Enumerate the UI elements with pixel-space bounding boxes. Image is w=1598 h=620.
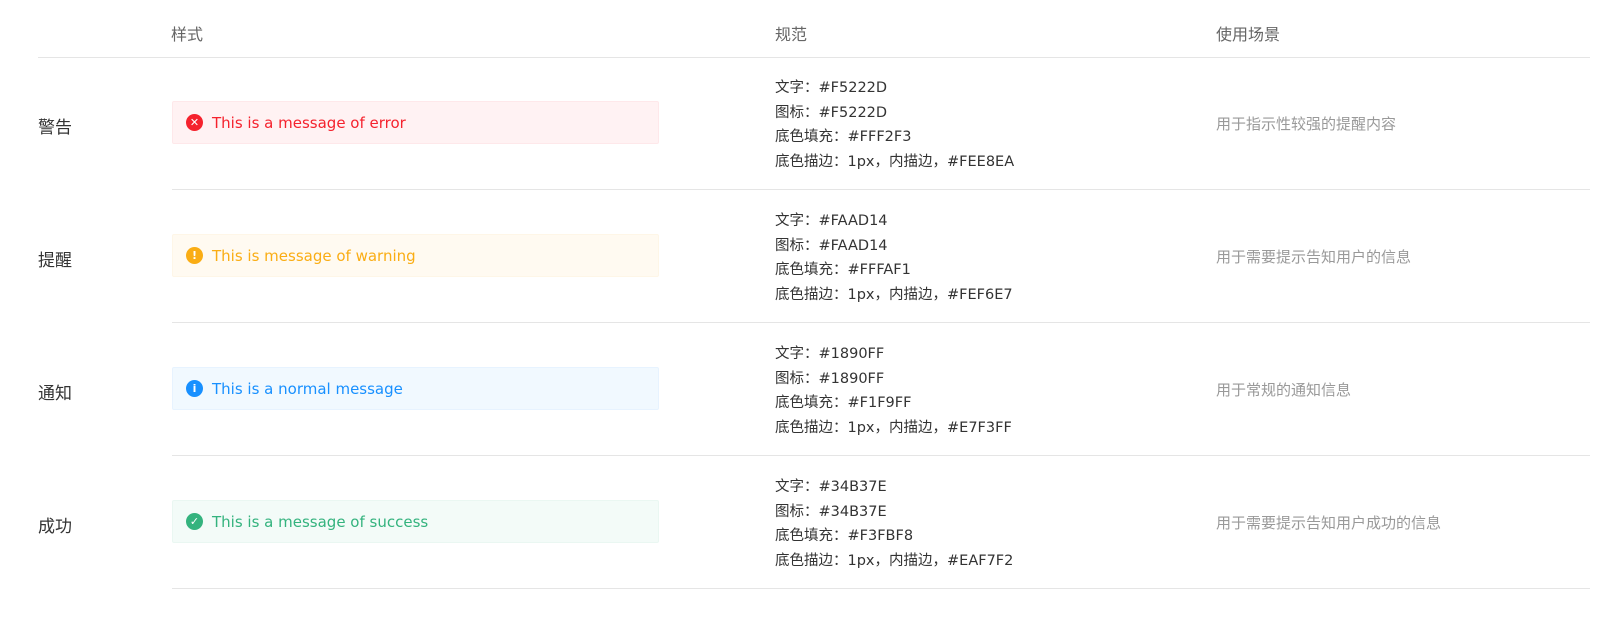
row-type-label: 提醒 — [38, 251, 72, 271]
spec-text-color: 文字：#FAAD14 — [775, 213, 888, 229]
spec-border: 底色描边：1px，内描边，#FEF6E7 — [775, 286, 1013, 303]
spec-block: 文字：#FAAD14 图标：#FAAD14 底色填充：#FFFAF1 底色描边：… — [775, 209, 1013, 307]
alert-message: This is a message of success — [212, 512, 429, 531]
row-type-label: 成功 — [38, 517, 72, 537]
info-circle-icon: i — [186, 380, 203, 397]
spec-fill-color: 底色填充：#FFFAF1 — [775, 262, 911, 278]
alert-sample: ✓ This is a message of success — [172, 500, 659, 543]
usage-text: 用于常规的通知信息 — [1216, 381, 1352, 399]
alert-sample: ! This is message of warning — [172, 234, 659, 277]
row-type-label: 通知 — [38, 384, 72, 404]
table-row: 通知 i This is a normal message 文字：#1890FF… — [0, 323, 1598, 456]
table-row: 警告 ✕ This is a message of error 文字：#F522… — [0, 57, 1598, 190]
spec-border: 底色描边：1px，内描边，#FEE8EA — [775, 153, 1015, 170]
alert-message: This is a normal message — [212, 379, 403, 398]
exclamation-circle-icon: ! — [186, 247, 203, 264]
table-row: 成功 ✓ This is a message of success 文字：#34… — [0, 456, 1598, 589]
spec-icon-color: 图标：#34B37E — [775, 503, 887, 520]
table-header: 样式 规范 使用场景 — [38, 0, 1590, 58]
spec-border: 底色描边：1px，内描边，#EAF7F2 — [775, 552, 1014, 569]
alert-message: This is a message of error — [212, 113, 406, 132]
table-row: 提醒 ! This is message of warning 文字：#FAAD… — [0, 190, 1598, 323]
alert-message: This is message of warning — [212, 246, 416, 265]
spec-fill-color: 底色填充：#FFF2F3 — [775, 129, 912, 145]
spec-border: 底色描边：1px，内描边，#E7F3FF — [775, 419, 1012, 436]
usage-text: 用于指示性较强的提醒内容 — [1216, 115, 1397, 133]
spec-block: 文字：#1890FF 图标：#1890FF 底色填充：#F1F9FF 底色描边：… — [775, 342, 1012, 440]
row-divider — [172, 588, 1590, 589]
row-type-label: 警告 — [38, 118, 72, 138]
column-header-style: 样式 — [171, 25, 204, 44]
usage-text: 用于需要提示告知用户成功的信息 — [1216, 514, 1442, 532]
spec-icon-color: 图标：#F5222D — [775, 104, 888, 121]
spec-text-color: 文字：#1890FF — [775, 346, 885, 362]
column-header-spec: 规范 — [775, 25, 808, 44]
spec-block: 文字：#F5222D 图标：#F5222D 底色填充：#FFF2F3 底色描边：… — [775, 76, 1014, 174]
spec-fill-color: 底色填充：#F1F9FF — [775, 395, 912, 411]
spec-text-color: 文字：#F5222D — [775, 80, 888, 96]
spec-fill-color: 底色填充：#F3FBF8 — [775, 528, 914, 544]
usage-text: 用于需要提示告知用户的信息 — [1216, 248, 1412, 266]
spec-icon-color: 图标：#1890FF — [775, 370, 885, 387]
spec-icon-color: 图标：#FAAD14 — [775, 237, 888, 254]
alert-sample: ✕ This is a message of error — [172, 101, 659, 144]
check-circle-icon: ✓ — [186, 513, 203, 530]
spec-block: 文字：#34B37E 图标：#34B37E 底色填充：#F3FBF8 底色描边：… — [775, 475, 1013, 573]
close-circle-icon: ✕ — [186, 114, 203, 131]
column-header-usage: 使用场景 — [1216, 25, 1281, 44]
spec-text-color: 文字：#34B37E — [775, 479, 887, 495]
alert-sample: i This is a normal message — [172, 367, 659, 410]
